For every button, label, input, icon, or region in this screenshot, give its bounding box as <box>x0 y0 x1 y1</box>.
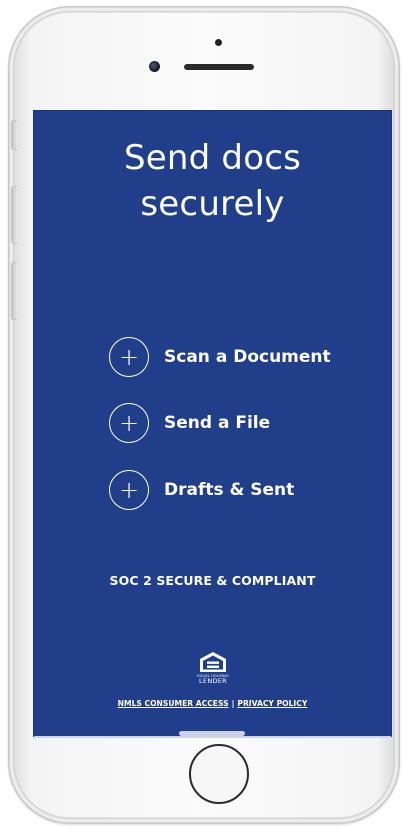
page: Send docs securely + Scan a Document + S… <box>0 0 402 829</box>
screen-bottom-edge <box>34 736 391 738</box>
scan-document-label: Scan a Document <box>164 347 331 367</box>
nmls-consumer-access-link[interactable]: NMLS CONSUMER ACCESS <box>118 699 229 708</box>
send-file-label: Send a File <box>164 413 271 433</box>
privacy-policy-link[interactable]: PRIVACY POLICY <box>237 699 307 708</box>
plus-icon: + <box>109 470 149 510</box>
title-line-2: securely <box>140 184 285 224</box>
drafts-sent-label: Drafts & Sent <box>164 480 295 500</box>
footer-separator: | <box>231 699 235 708</box>
send-file-button[interactable]: + Send a File <box>109 401 270 445</box>
house-icon <box>200 652 226 672</box>
footer-links: NMLS CONSUMER ACCESS | PRIVACY POLICY <box>34 699 391 708</box>
app-screen: Send docs securely + Scan a Document + S… <box>33 110 392 737</box>
proximity-sensor <box>215 39 222 46</box>
plus-icon: + <box>109 403 149 443</box>
volume-up-button <box>11 186 17 244</box>
front-camera-icon <box>149 61 160 72</box>
ehl-big-text: LENDER <box>198 677 228 685</box>
page-title: Send docs securely <box>34 135 391 227</box>
earpiece-speaker <box>184 64 254 70</box>
compliance-badge-text: SOC 2 SECURE & COMPLIANT <box>109 573 316 588</box>
home-button[interactable] <box>189 744 249 804</box>
equal-housing-lender-logo: EQUAL HOUSING LENDER <box>194 651 232 685</box>
mute-switch <box>11 120 17 150</box>
plus-icon: + <box>109 337 149 377</box>
drafts-sent-button[interactable]: + Drafts & Sent <box>109 468 294 512</box>
title-line-1: Send docs <box>123 138 302 178</box>
scan-document-button[interactable]: + Scan a Document <box>109 335 331 379</box>
volume-down-button <box>11 262 17 320</box>
